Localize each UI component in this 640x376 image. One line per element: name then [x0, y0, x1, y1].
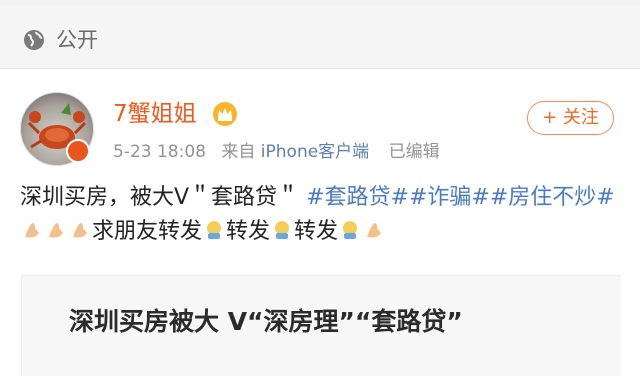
visibility-bar: 公开: [0, 6, 640, 69]
doge-emoji-icon: [343, 221, 358, 239]
post-text-part: 深圳买房，被大V＂套路贷＂: [20, 185, 300, 210]
post-meta: 5-23 18:08 来自 iPhone客户端 已编辑: [113, 141, 440, 163]
verified-badge-icon: [66, 139, 90, 163]
weibo-post: 7蟹姐姐 5-23 18:08 来自 iPhone客户端 已编辑 + 关注 深圳…: [0, 69, 640, 376]
article-card[interactable]: 深圳买房被大 V“深房理”“套路贷”: [21, 275, 621, 376]
pray-emoji-icon: [73, 223, 87, 238]
globe-icon: [24, 30, 44, 50]
post-date: 5-23 18:08: [113, 142, 206, 162]
hashtag-link[interactable]: #诈骗#: [409, 185, 490, 210]
post-source[interactable]: iPhone客户端: [261, 142, 369, 162]
doge-emoji-icon: [275, 221, 290, 239]
post-text: 深圳买房，被大V＂套路贷＂ #套路贷##诈骗##房住不炒# 求朋友转发 转发 转发: [20, 181, 628, 249]
pray-emoji-icon: [367, 223, 382, 238]
hashtag-link[interactable]: #套路贷#: [306, 185, 409, 210]
visibility-label: 公开: [56, 28, 98, 52]
pray-emoji-icon: [49, 223, 63, 238]
pray-emoji-icon: [25, 223, 39, 238]
post-text-part: 转发: [294, 219, 339, 244]
doge-emoji-icon: [207, 221, 222, 239]
hashtag-link[interactable]: #房住不炒#: [490, 185, 615, 210]
follow-button[interactable]: + 关注: [527, 101, 614, 135]
crown-icon: [213, 102, 237, 126]
post-text-part: 求朋友转发: [92, 219, 203, 244]
post-text-part: 转发: [226, 219, 271, 244]
author-name[interactable]: 7蟹姐姐: [113, 99, 197, 129]
edited-label: 已编辑: [388, 142, 440, 162]
source-prefix: 来自: [221, 142, 256, 162]
article-card-title: 深圳买房被大 V“深房理”“套路贷”: [69, 307, 463, 336]
